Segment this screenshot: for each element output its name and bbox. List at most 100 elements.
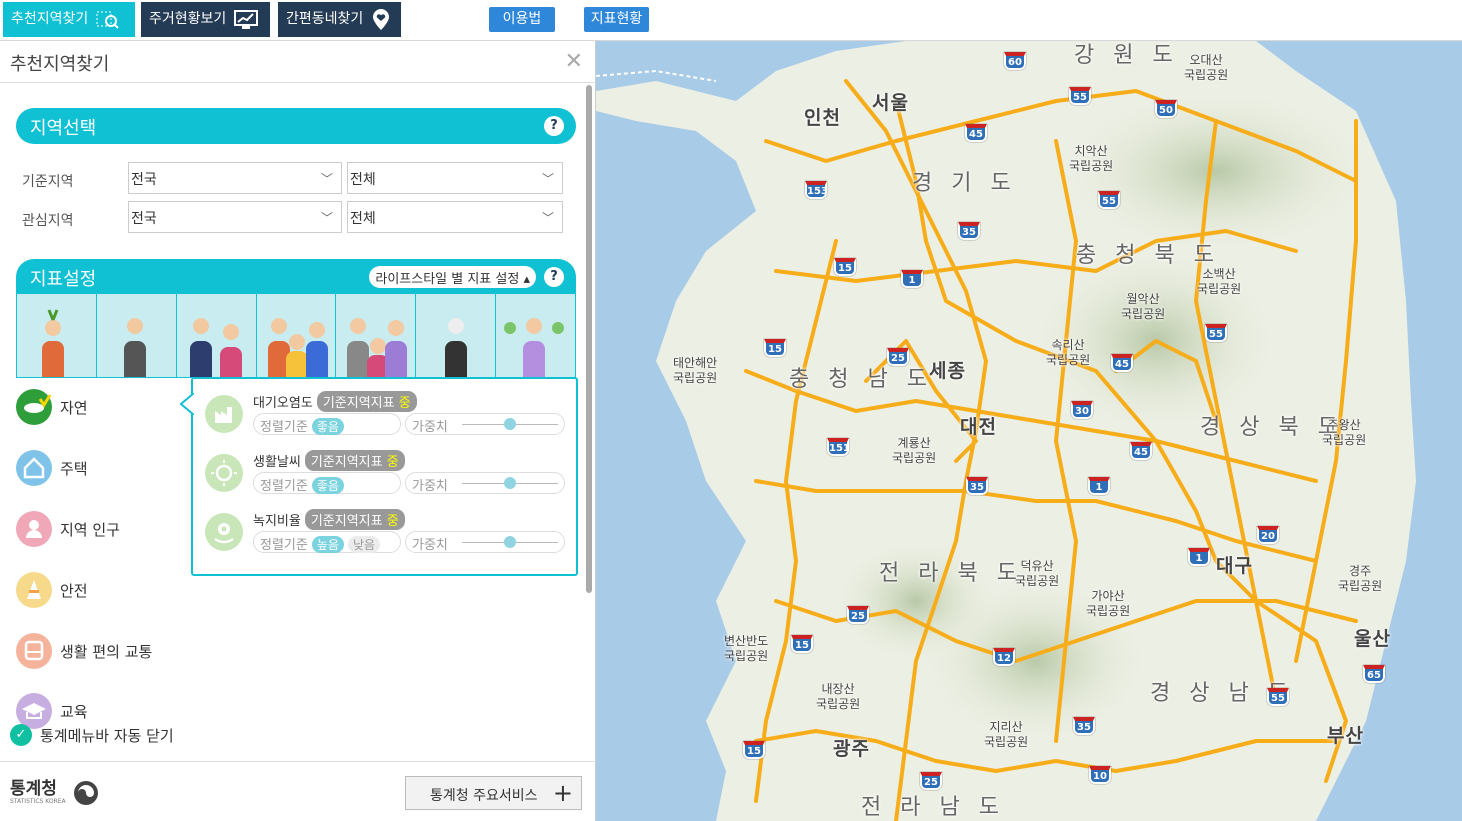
base-indicator-badge[interactable]: 기준지역지표 중 [304,450,405,471]
sort-option-good[interactable]: 좋음 [311,477,344,494]
top-navigation-bar: 추천지역찾기 주거현황보기 간편동네찾기 이용법 지표현황 [0,0,1462,41]
badge-level: 중 [386,455,399,470]
expressway-shield: 35 [966,477,988,495]
base-region-sido-select[interactable]: 전국 ﹀ [128,162,342,194]
logo-text: 통계청 [10,779,57,799]
tab-recommend-region[interactable]: 추천지역찾기 [3,2,135,37]
expressway-shield: 45 [1111,354,1133,372]
map-park-woraksan: 월악산 국립공원 [1121,292,1166,321]
expressway-shield: 60 [1004,52,1026,70]
map-city-busan: 부산 [1327,725,1364,747]
nature-indicator-popup: 대기오염도 기준지역지표 중 정렬기준 좋음 가중치 생활날씨 기준지역지표 중 정렬… [180,377,578,576]
lifestyle-indicator-label: 라이프스타일 별 지표 설정 [375,272,520,287]
base-region-sigungu-value: 전체 [350,172,376,188]
close-icon[interactable]: ✕ [565,51,583,73]
base-region-sigungu-select[interactable]: 전체 ﹀ [347,162,563,194]
category-transport[interactable]: 생활 편의 교통 [16,633,152,669]
persona-child[interactable] [17,294,97,377]
chevron-down-icon: ﹀ [541,211,554,225]
leaf-icon [504,322,565,334]
slider-handle[interactable] [504,477,516,489]
cone-icon [16,572,52,608]
map-city-gwangju: 광주 [833,738,870,760]
category-population[interactable]: 지역 인구 [16,511,120,547]
persona-nature-lover[interactable] [496,294,576,377]
weight-slider[interactable]: 가중치 [405,472,565,494]
tab-recommend-region-label: 추천지역찾기 [11,11,89,27]
expressway-shield: 35 [958,222,980,240]
sort-criteria-control[interactable]: 정렬기준 좋음 [253,413,401,435]
map-city-ulsan: 울산 [1354,628,1391,650]
expressway-shield: 45 [1130,442,1152,460]
category-housing[interactable]: 주택 [16,450,88,486]
taeguk-emblem-icon [73,781,98,805]
category-transport-label: 생활 편의 교통 [60,642,153,661]
lifestyle-persona-row [16,294,576,378]
statistics-korea-logo[interactable]: 통계청 STATISTICS KOREA [10,779,100,807]
logo-subtext: STATISTICS KOREA [10,798,66,805]
slider-handle[interactable] [504,536,516,548]
category-population-label: 지역 인구 [60,520,120,539]
map-city-seoul: 서울 [872,92,909,114]
base-indicator-badge[interactable]: 기준지역지표 중 [304,509,405,530]
category-safety[interactable]: 안전 [16,572,88,608]
persona-senior[interactable] [416,294,497,377]
tab-housing-status[interactable]: 주거현황보기 [141,2,270,37]
map-park-gyeongju: 경주 국립공원 [1338,564,1383,593]
weight-slider[interactable]: 가중치 [405,413,565,435]
house-icon [16,450,52,486]
sort-criteria-control[interactable]: 정렬기준 좋음 [253,472,401,494]
sort-criteria-label: 정렬기준 [260,420,308,435]
map-city-sejong: 세종 [929,360,966,382]
main-services-label: 통계청 주요서비스 [430,788,538,804]
base-indicator-badge[interactable]: 기준지역지표 중 [316,391,417,412]
map-city-incheon: 인천 [804,107,841,129]
weight-label: 가중치 [412,420,448,435]
indicator-settings-header: 지표설정 라이프스타일 별 지표 설정 ▴ ? [16,259,576,295]
sort-criteria-control[interactable]: 정렬기준 높음 낮음 [253,531,401,553]
expressway-shield: 45 [965,124,987,142]
panel-scrollbar[interactable] [586,85,592,593]
sort-criteria-label: 정렬기준 [260,479,308,494]
sort-option-low[interactable]: 낮음 [347,536,381,553]
plus-icon: + [552,779,573,807]
badge-label: 기준지역지표 [310,514,383,529]
category-nature[interactable]: 자연 [16,389,88,425]
sort-option-high[interactable]: 높음 [311,536,344,553]
map-region-chungbuk: 충 청 북 도 [1076,243,1220,268]
persona-couple-baby[interactable] [176,294,257,377]
lifestyle-indicator-button[interactable]: 라이프스타일 별 지표 설정 ▴ [369,266,536,288]
map-park-songnisan: 속리산 국립공원 [1046,338,1091,367]
indicator-status-button[interactable]: 지표현황 [584,7,649,32]
sort-option-good[interactable]: 좋음 [311,418,344,435]
expressway-shield: 55 [1098,191,1120,209]
expressway-shield: 50 [1155,100,1177,118]
help-icon[interactable]: ? [544,116,564,136]
tab-easy-neighborhood[interactable]: 간편동네찾기 [278,2,401,37]
interest-region-sido-select[interactable]: 전국 ﹀ [128,201,342,233]
expressway-shield: 1 [901,270,923,288]
interest-region-sigungu-select[interactable]: 전체 ﹀ [347,201,563,233]
main-services-button[interactable]: 통계청 주요서비스 + [405,776,582,810]
auto-close-toggle[interactable]: ✓ 통계메뉴바 자동 닫기 [10,724,174,746]
map-park-odaesan: 오대산 국립공원 [1184,53,1229,82]
expressway-shield: 153 [805,181,828,199]
sun-icon [205,454,243,492]
korea-map[interactable]: 강 원 도 경 기 도 충 청 북 도 충 청 남 도 경 상 북 도 전 라 … [596,41,1462,821]
category-safety-label: 안전 [60,581,88,600]
auto-close-label: 통계메뉴바 자동 닫기 [40,726,174,745]
expressway-shield: 12 [993,648,1015,666]
badge-label: 기준지역지표 [310,455,383,470]
persona-single[interactable] [96,294,177,377]
map-park-gayasan: 가야산 국립공원 [1086,589,1131,618]
usage-guide-button[interactable]: 이용법 [489,7,555,32]
category-housing-label: 주택 [60,459,88,478]
weight-slider[interactable]: 가중치 [405,531,565,553]
help-icon[interactable]: ? [544,267,564,287]
map-region-chungnam: 충 청 남 도 [789,367,933,392]
tab-easy-neighborhood-label: 간편동네찾기 [286,11,364,27]
slider-handle[interactable] [504,418,516,430]
expressway-shield: 151 [827,438,850,456]
persona-family[interactable] [256,294,337,377]
persona-large-family[interactable] [336,294,417,377]
